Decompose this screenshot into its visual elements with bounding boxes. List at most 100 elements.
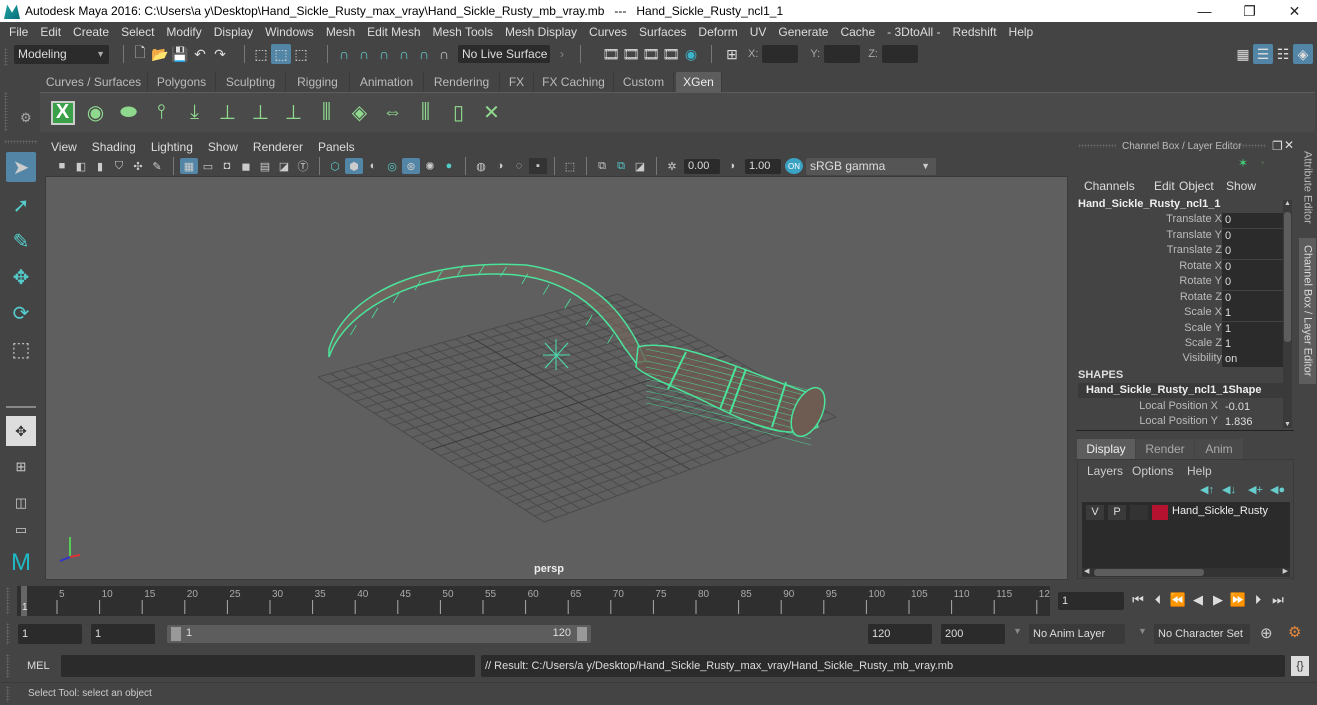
image-plane-icon[interactable]: ⛉ xyxy=(110,158,128,174)
chevron-down-icon[interactable]: ▼ xyxy=(1138,626,1147,636)
attribute-row[interactable]: Scale Z1 xyxy=(1072,337,1284,352)
menu-redshift[interactable]: Redshift xyxy=(948,25,1004,39)
new-empty-layer-icon[interactable]: ◀+ xyxy=(1248,483,1263,496)
layer-row[interactable]: V P Hand_Sickle_Rusty xyxy=(1082,504,1290,522)
layer-tab-anim[interactable]: Anim xyxy=(1195,439,1243,459)
render-settings-icon[interactable]: 🎞 xyxy=(661,44,681,64)
wireframe-on-shaded-icon[interactable]: ◎ xyxy=(383,158,401,174)
interactive-groom-icon[interactable]: ⇔ xyxy=(376,96,409,130)
isolate-select-icon[interactable]: ⬚ xyxy=(561,158,579,174)
options-menu[interactable]: Options xyxy=(1132,464,1173,478)
make-live-icon[interactable]: ∩ xyxy=(434,44,454,64)
script-editor-icon[interactable]: {} xyxy=(1291,656,1309,676)
panel-menu-panels[interactable]: Panels xyxy=(318,140,355,154)
attribute-row[interactable]: Rotate Y0 xyxy=(1072,275,1284,290)
collapse-arrow-icon[interactable]: › xyxy=(560,47,564,61)
scroll-left-icon[interactable]: ◀ xyxy=(1084,567,1089,575)
x-field[interactable] xyxy=(762,45,799,63)
z-field[interactable] xyxy=(881,45,918,63)
film-gate-icon[interactable]: ▭ xyxy=(199,158,217,174)
range-end-handle[interactable] xyxy=(577,627,587,641)
step-forward-frame-icon[interactable]: ⏵ xyxy=(1248,590,1268,610)
grid-toggle-icon[interactable]: ▦ xyxy=(180,158,198,174)
camera-attributes-icon[interactable]: ◧ xyxy=(72,158,90,174)
play-forwards-icon[interactable]: ▶ xyxy=(1208,590,1228,610)
xray-components-icon[interactable]: ◪ xyxy=(631,158,649,174)
channel-box-scrollbar[interactable]: ▲ ▼ xyxy=(1283,200,1292,428)
textured-icon[interactable]: ⊛ xyxy=(402,158,420,174)
xgen-library-icon[interactable]: X xyxy=(46,96,79,130)
time-slider[interactable]: 5 10 15 20 25 30 35 40 45 50 55 60 65 70 75 80 85 90 95 100… xyxy=(0,583,1317,618)
character-set-dropdown[interactable]: No Character Set xyxy=(1154,624,1250,644)
grip-handle[interactable] xyxy=(1078,144,1116,148)
object-name[interactable]: Hand_Sickle_Rusty_ncl1_1 xyxy=(1078,198,1220,210)
attribute-value[interactable]: 1 xyxy=(1222,337,1284,352)
save-scene-icon[interactable]: 💾 xyxy=(170,44,190,64)
undo-icon[interactable]: ↶ xyxy=(190,44,210,64)
attribute-value[interactable]: 0 xyxy=(1222,229,1284,244)
grip-handle[interactable] xyxy=(6,623,10,645)
snap-curve-icon[interactable]: ∩ xyxy=(354,44,374,64)
paint-select-tool-icon[interactable]: ✎ xyxy=(6,226,36,256)
select-camera-icon[interactable]: ■ xyxy=(53,158,71,174)
safe-action-icon[interactable]: ◪ xyxy=(275,158,293,174)
place-guides-icon[interactable]: ⤓ xyxy=(178,96,211,130)
close-panel-icon[interactable]: ✕ xyxy=(1284,138,1294,152)
add-guides-icon[interactable]: ⫯ xyxy=(145,96,178,130)
auto-key-icon[interactable]: ⊕ xyxy=(1260,624,1273,642)
close-button[interactable]: ✕ xyxy=(1272,3,1317,20)
scale-tool-icon[interactable]: ⬚ xyxy=(6,334,36,364)
shelf-tab-curves-surfaces[interactable]: Curves / Surfaces xyxy=(40,72,148,92)
persp-outliner-layout-icon[interactable]: ◫ xyxy=(6,488,36,518)
grip-handle[interactable] xyxy=(4,140,38,144)
panel-menu-view[interactable]: View xyxy=(51,140,77,154)
render-view-icon[interactable]: 🎞 xyxy=(601,44,621,64)
attribute-value[interactable]: 0 xyxy=(1222,291,1284,306)
attribute-row[interactable]: Rotate X0 xyxy=(1072,260,1284,275)
menu-create[interactable]: Create xyxy=(68,25,116,39)
screen-space-ao-icon[interactable]: ◍ xyxy=(472,158,490,174)
playback-end-field[interactable]: 120 xyxy=(868,624,932,644)
attribute-value[interactable]: 1 xyxy=(1222,322,1284,337)
layer-color-swatch[interactable] xyxy=(1152,505,1168,520)
new-scene-icon[interactable]: 🗋 xyxy=(130,44,150,64)
multisample-aa-icon[interactable]: ◌ xyxy=(510,158,528,174)
menu-select[interactable]: Select xyxy=(116,25,161,39)
move-layer-up-icon[interactable]: ◀↑ xyxy=(1200,483,1214,496)
attribute-row[interactable]: Scale Y1 xyxy=(1072,322,1284,337)
single-perspective-layout-icon[interactable]: ✥ xyxy=(6,416,36,446)
gate-mask-icon[interactable]: ◼ xyxy=(237,158,255,174)
menu-curves[interactable]: Curves xyxy=(584,25,634,39)
range-slider[interactable]: 1 120 xyxy=(167,625,591,643)
menu-mesh[interactable]: Mesh xyxy=(321,25,362,39)
animation-end-field[interactable]: 200 xyxy=(941,624,1005,644)
color-space-dropdown[interactable]: sRGB gamma ▼ xyxy=(806,157,936,175)
shape-attribute-row[interactable]: Local Position Y 1.836 xyxy=(1072,415,1284,430)
menu-3dtoall[interactable]: - 3DtoAll - xyxy=(882,25,947,39)
side-tab-attribute-editor[interactable]: Attribute Editor xyxy=(1299,144,1316,230)
attribute-value[interactable]: 1.836 xyxy=(1222,415,1284,430)
layer-tab-render[interactable]: Render xyxy=(1136,439,1194,459)
shelf-tab-polygons[interactable]: Polygons xyxy=(148,72,216,92)
shelf-tab-rigging[interactable]: Rigging xyxy=(286,72,350,92)
channels-menu[interactable]: Channels xyxy=(1084,179,1135,193)
shelf-tab-custom[interactable]: Custom xyxy=(614,72,674,92)
transform-input-icon[interactable]: ⊞ xyxy=(722,44,742,64)
scroll-down-icon[interactable]: ▼ xyxy=(1284,421,1291,428)
rotate-tool-icon[interactable]: ⟳ xyxy=(6,298,36,328)
xgen-tiles-icon[interactable]: ◈ xyxy=(343,96,376,130)
lasso-tool-icon[interactable]: ➚ xyxy=(6,190,36,220)
live-surface-field[interactable]: No Live Surface xyxy=(458,45,550,63)
menu-edit-mesh[interactable]: Edit Mesh xyxy=(362,25,427,39)
snap-view-plane-icon[interactable]: ∩ xyxy=(394,44,414,64)
menu-generate[interactable]: Generate xyxy=(773,25,835,39)
attribute-value[interactable]: -0.01 xyxy=(1222,400,1284,415)
show-menu[interactable]: Show xyxy=(1226,179,1256,193)
restore-button[interactable]: ❐ xyxy=(1227,3,1272,20)
attribute-value[interactable]: 1 xyxy=(1222,306,1284,321)
default-lighting-icon[interactable]: ◐ xyxy=(364,158,382,174)
render-frame-icon[interactable]: 🎞 xyxy=(621,44,641,64)
shape-name[interactable]: Hand_Sickle_Rusty_ncl1_1Shape xyxy=(1078,383,1284,398)
persp-graph-layout-icon[interactable]: ▭ xyxy=(6,522,36,538)
sculpt-guides-icon[interactable]: ⊥ xyxy=(244,96,277,130)
